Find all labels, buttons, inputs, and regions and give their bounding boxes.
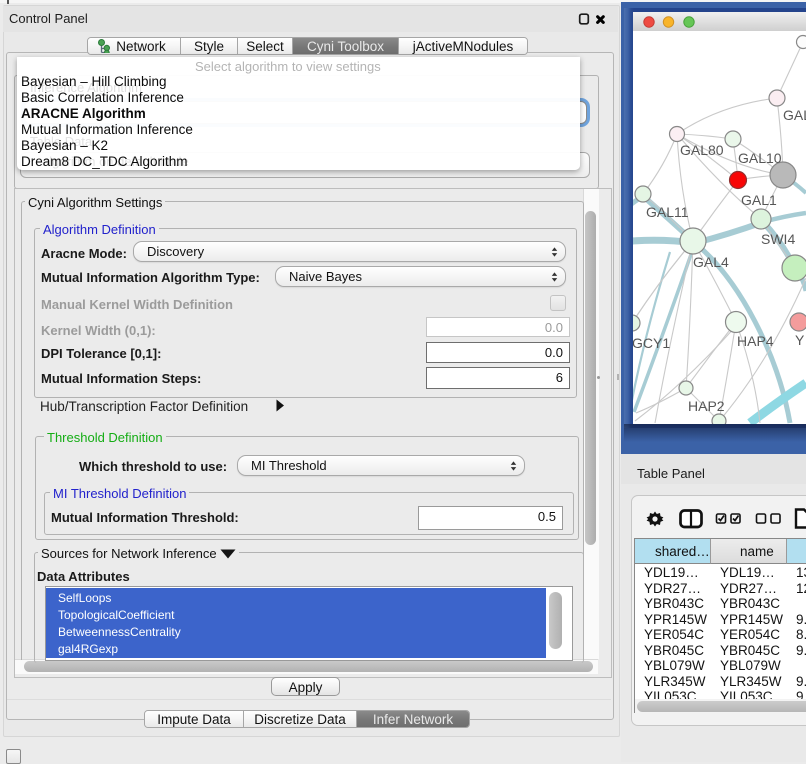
- svg-text:HAP2: HAP2: [688, 398, 725, 414]
- svg-text:GAL1: GAL1: [741, 192, 777, 208]
- svg-text:HAP4: HAP4: [737, 333, 774, 349]
- svg-text:GAL80: GAL80: [680, 142, 724, 158]
- svg-text:GAL4: GAL4: [693, 254, 729, 270]
- svg-text:GCY1: GCY1: [633, 335, 670, 351]
- svg-text:Y: Y: [795, 332, 805, 348]
- svg-text:SWI4: SWI4: [761, 231, 795, 247]
- svg-text:GAL11: GAL11: [646, 204, 689, 220]
- svg-text:GAL10: GAL10: [738, 150, 782, 166]
- svg-text:GAL: GAL: [783, 107, 806, 123]
